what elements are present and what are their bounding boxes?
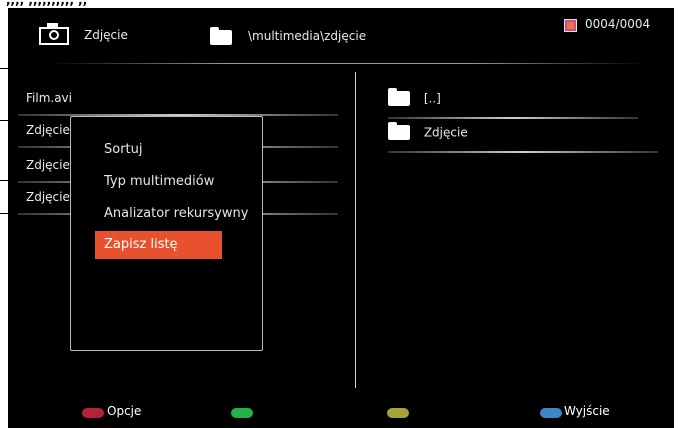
edge-tick [0, 180, 8, 181]
options-menu: Sortuj Typ multimediów Analizator rekurs… [70, 116, 263, 351]
blue-button[interactable] [540, 408, 562, 418]
menu-item-sortuj[interactable]: Sortuj [104, 142, 143, 157]
camera-icon [39, 23, 69, 45]
list-item-label: Film.avi [26, 91, 72, 105]
blue-button-label[interactable]: Wyjście [564, 404, 610, 418]
list-item[interactable]: Zdjęcie [388, 122, 468, 140]
yellow-button[interactable] [387, 408, 409, 418]
list-item-label: Zdjęcie [26, 158, 70, 172]
panel-divider [355, 72, 356, 388]
folder-icon [388, 88, 410, 106]
menu-item-analizator[interactable]: Analizator rekursywny [104, 206, 248, 221]
list-item-label: Zdjęcie [26, 123, 70, 137]
cropped-heading-fragment: ,,,, ,,,,,,,,,, ,, [6, 0, 88, 7]
edge-tick [0, 68, 8, 69]
list-item-label: [..] [423, 91, 441, 106]
folder-icon [210, 27, 232, 45]
list-item[interactable]: Zdjęcie [26, 123, 70, 137]
list-item[interactable]: [..] [388, 88, 441, 106]
media-file-icon [564, 19, 577, 32]
list-item[interactable]: Film.avi [26, 91, 72, 105]
edge-tick [0, 120, 8, 121]
top-cropped-strip: ,,,, ,,,,,,,,,, ,, [0, 0, 683, 8]
edge-tick [0, 213, 8, 214]
item-counter: 0004/0004 [585, 17, 651, 31]
green-button[interactable] [231, 408, 253, 418]
header-path: \multimedia\zdjęcie [248, 29, 367, 43]
header-title: Zdjęcie [84, 28, 128, 42]
row-divider [388, 117, 638, 119]
row-divider [388, 151, 658, 153]
media-browser-screen: Zdjęcie \multimedia\zdjęcie 0004/0004 Fi… [8, 8, 674, 428]
header-bar: Zdjęcie \multimedia\zdjęcie 0004/0004 [8, 8, 674, 68]
list-item[interactable]: Zdjęcie [26, 190, 70, 204]
footer-bar: Opcje Wyjście [8, 403, 674, 428]
list-item-label: Zdjęcie [26, 190, 70, 204]
red-button-label[interactable]: Opcje [107, 404, 141, 418]
menu-item-typ-multimediow[interactable]: Typ multimediów [104, 174, 214, 189]
menu-item-zapisz-liste[interactable]: Zapisz listę [95, 231, 222, 259]
folder-icon [388, 122, 410, 140]
list-item-label: Zdjęcie [423, 125, 468, 140]
list-item[interactable]: Zdjęcie [26, 158, 70, 172]
header-divider [48, 63, 648, 64]
red-button[interactable] [82, 408, 104, 418]
